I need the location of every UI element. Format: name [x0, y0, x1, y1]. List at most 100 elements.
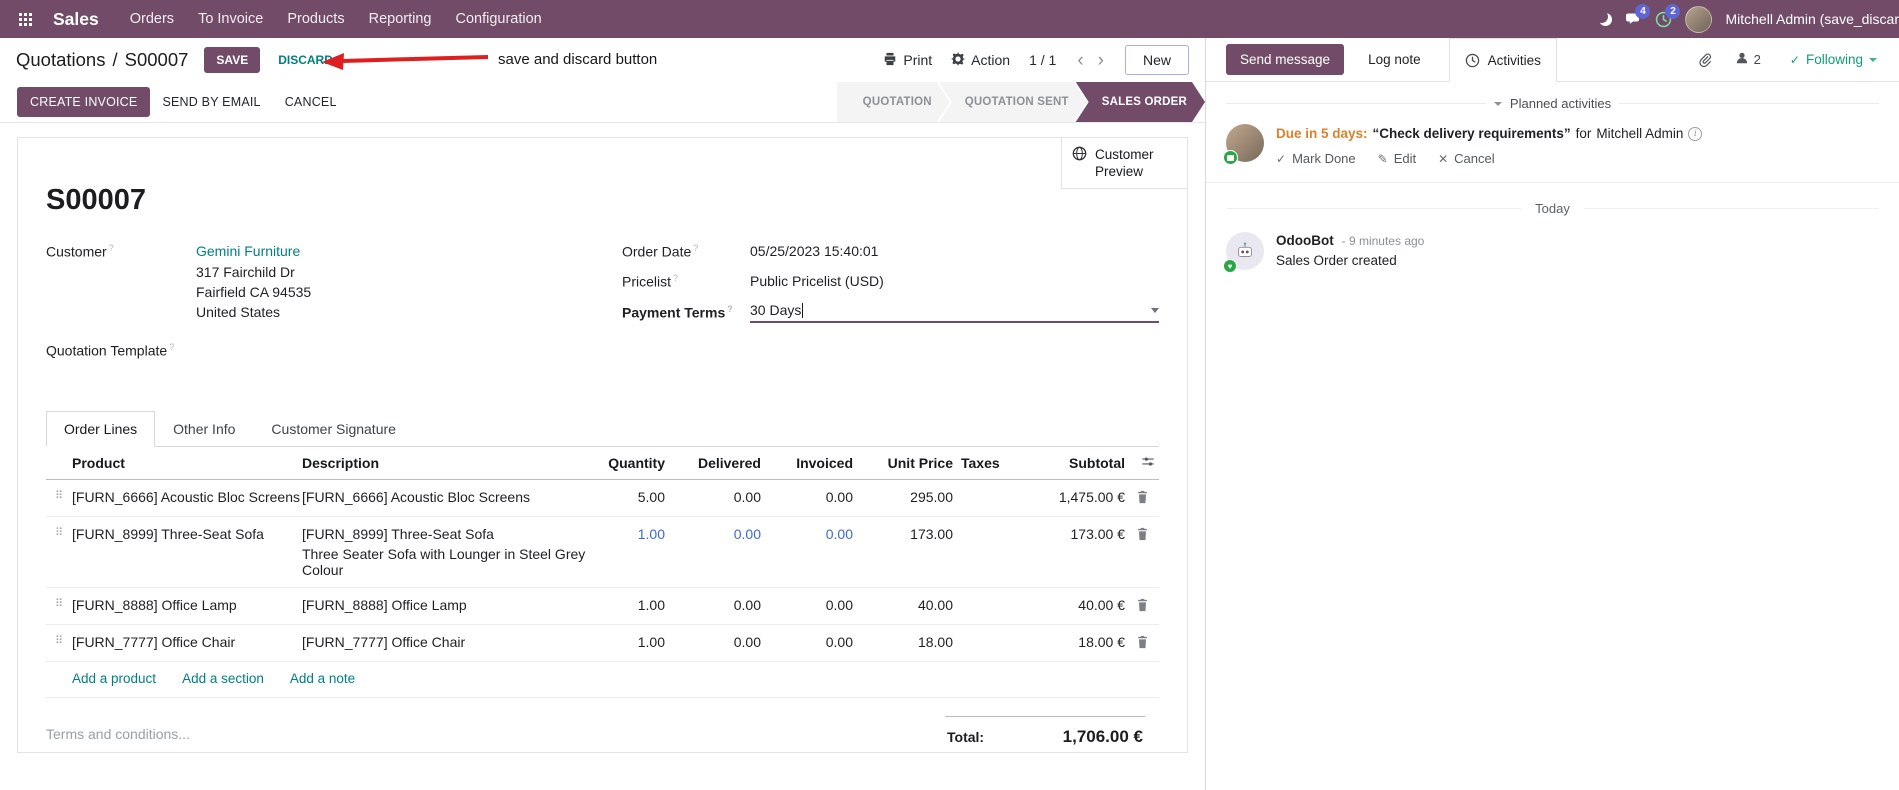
top-navbar: Sales Orders To Invoice Products Reporti… [0, 0, 1899, 38]
print-button[interactable]: Print [883, 52, 932, 69]
dark-mode-moon-icon[interactable] [1599, 13, 1612, 26]
send-by-email-button[interactable]: SEND BY EMAIL [150, 87, 272, 117]
menu-to-invoice[interactable]: To Invoice [186, 0, 275, 38]
chatter-panel: Send message Log note Activities 2 ✓ Fol… [1206, 38, 1899, 790]
planned-activities-header[interactable]: Planned activities [1226, 96, 1880, 111]
invoiced-cell[interactable]: 0.00 [761, 526, 853, 542]
order-line-row[interactable]: ⠿ [FURN_8999] Three-Seat Sofa [FURN_8999] … [46, 517, 1159, 588]
tab-order-lines[interactable]: Order Lines [46, 410, 156, 447]
activity-avatar[interactable] [1223, 124, 1264, 165]
customer-preview-button[interactable]: Customer Preview [1061, 138, 1187, 189]
drag-handle-icon[interactable]: ⠿ [46, 634, 72, 647]
activity-due-date: Due in 5 days: [1276, 126, 1368, 141]
discard-button[interactable]: DISCARD [268, 47, 343, 73]
delete-row-icon[interactable] [1125, 597, 1159, 615]
activity-calendar-badge-icon [1223, 150, 1238, 165]
activity-info-icon[interactable]: i [1688, 126, 1703, 141]
product-cell[interactable]: [FURN_8999] Three-Seat Sofa [72, 526, 302, 542]
cancel-activity-button[interactable]: ✕ Cancel [1438, 151, 1495, 166]
user-avatar[interactable] [1685, 5, 1713, 33]
apps-grid-icon[interactable] [12, 0, 39, 38]
unit-price-cell[interactable]: 173.00 [853, 526, 953, 542]
product-cell[interactable]: [FURN_8888] Office Lamp [72, 597, 302, 613]
edit-activity-button[interactable]: ✎ Edit [1378, 151, 1416, 166]
drag-handle-icon[interactable]: ⠿ [46, 597, 72, 610]
delivered-cell[interactable]: 0.00 [665, 489, 761, 505]
pager-value: 1 / 1 [1029, 52, 1057, 68]
order-line-row[interactable]: ⠿ [FURN_8888] Office Lamp [FURN_8888] Offi… [46, 588, 1159, 625]
followers-count: 2 [1753, 52, 1761, 67]
breadcrumb-parent[interactable]: Quotations [16, 49, 105, 71]
delete-row-icon[interactable] [1125, 489, 1159, 507]
pricelist-field[interactable]: Public Pricelist (USD) [750, 273, 1159, 289]
new-button[interactable]: New [1124, 45, 1189, 75]
delivered-cell[interactable]: 0.00 [665, 526, 761, 542]
invoiced-cell[interactable]: 0.00 [761, 489, 853, 505]
add-product-link[interactable]: Add a product [72, 671, 156, 686]
save-button[interactable]: SAVE [204, 47, 261, 73]
log-note-button[interactable]: Log note [1362, 51, 1427, 68]
description-cell[interactable]: [FURN_8888] Office Lamp [302, 597, 601, 613]
delivered-cell[interactable]: 0.00 [665, 597, 761, 613]
delivered-cell[interactable]: 0.00 [665, 634, 761, 650]
description-cell[interactable]: [FURN_8999] Three-Seat Sofa Three Seater … [302, 526, 601, 578]
delete-row-icon[interactable] [1125, 634, 1159, 652]
product-cell[interactable]: [FURN_6666] Acoustic Bloc Screens [72, 489, 302, 505]
mark-done-button[interactable]: ✓ Mark Done [1276, 151, 1356, 166]
column-description: Description [302, 454, 380, 471]
invoiced-cell[interactable]: 0.00 [761, 634, 853, 650]
product-cell[interactable]: [FURN_7777] Office Chair [72, 634, 302, 650]
invoiced-cell[interactable]: 0.00 [761, 597, 853, 613]
description-cell[interactable]: [FURN_7777] Office Chair [302, 634, 601, 650]
quantity-cell[interactable]: 5.00 [601, 489, 665, 505]
drag-handle-icon[interactable]: ⠿ [46, 526, 72, 539]
attachments-paperclip-icon[interactable] [1698, 52, 1712, 67]
unit-price-cell[interactable]: 295.00 [853, 489, 953, 505]
odoobot-avatar[interactable]: ♥ [1223, 232, 1264, 273]
message-author[interactable]: OdooBot [1276, 233, 1334, 248]
quantity-cell[interactable]: 1.00 [601, 526, 665, 542]
quantity-cell[interactable]: 1.00 [601, 634, 665, 650]
user-name[interactable]: Mitchell Admin (save_discar [1725, 11, 1899, 27]
menu-configuration[interactable]: Configuration [443, 0, 553, 38]
payment-terms-input[interactable]: 30 Days [750, 302, 1159, 324]
messages-icon[interactable]: 4 [1625, 4, 1651, 27]
form-sheet: Customer Preview S00007 Customer? Gemini… [17, 137, 1188, 753]
unit-price-cell[interactable]: 40.00 [853, 597, 953, 613]
dropdown-caret-icon[interactable] [1151, 307, 1159, 313]
status-step-sales-order[interactable]: SALES ORDER [1076, 82, 1205, 122]
pager-previous-icon[interactable]: ‹ [1075, 51, 1085, 70]
tab-customer-signature[interactable]: Customer Signature [253, 411, 414, 447]
create-invoice-button[interactable]: CREATE INVOICE [17, 87, 151, 117]
pencil-icon: ✎ [1377, 151, 1388, 166]
menu-orders[interactable]: Orders [118, 0, 186, 38]
following-button[interactable]: ✓ Following [1784, 51, 1883, 68]
column-taxes: Taxes [961, 454, 1000, 471]
status-step-quotation-sent[interactable]: QUOTATION SENT [939, 82, 1087, 122]
menu-reporting[interactable]: Reporting [357, 0, 444, 38]
order-date-field[interactable]: 05/25/2023 15:40:01 [750, 243, 1159, 259]
pager-next-icon[interactable]: › [1096, 51, 1106, 70]
followers-button[interactable]: 2 [1729, 50, 1767, 69]
cancel-button[interactable]: CANCEL [273, 87, 349, 117]
unit-price-cell[interactable]: 18.00 [853, 634, 953, 650]
terms-and-conditions-field[interactable]: Terms and conditions... [46, 712, 190, 742]
description-cell[interactable]: [FURN_6666] Acoustic Bloc Screens [302, 489, 601, 505]
activities-tab[interactable]: Activities [1448, 38, 1557, 82]
order-line-row[interactable]: ⠿ [FURN_7777] Office Chair [FURN_7777] Off… [46, 625, 1159, 662]
app-name[interactable]: Sales [46, 0, 106, 38]
action-menu-button[interactable]: Action [951, 51, 1010, 69]
order-line-row[interactable]: ⠿ [FURN_6666] Acoustic Bloc Screens [FURN_… [46, 480, 1159, 517]
menu-products[interactable]: Products [275, 0, 356, 38]
activities-clock-icon[interactable]: 2 [1655, 3, 1681, 28]
customer-link[interactable]: Gemini Furniture [196, 243, 300, 259]
status-step-quotation[interactable]: QUOTATION [837, 82, 950, 122]
send-message-button[interactable]: Send message [1226, 44, 1345, 75]
tab-other-info[interactable]: Other Info [155, 411, 253, 447]
quantity-cell[interactable]: 1.00 [601, 597, 665, 613]
optional-columns-icon[interactable] [1125, 455, 1159, 471]
delete-row-icon[interactable] [1125, 526, 1159, 544]
drag-handle-icon[interactable]: ⠿ [46, 489, 72, 502]
add-note-link[interactable]: Add a note [290, 671, 355, 686]
add-section-link[interactable]: Add a section [182, 671, 264, 686]
